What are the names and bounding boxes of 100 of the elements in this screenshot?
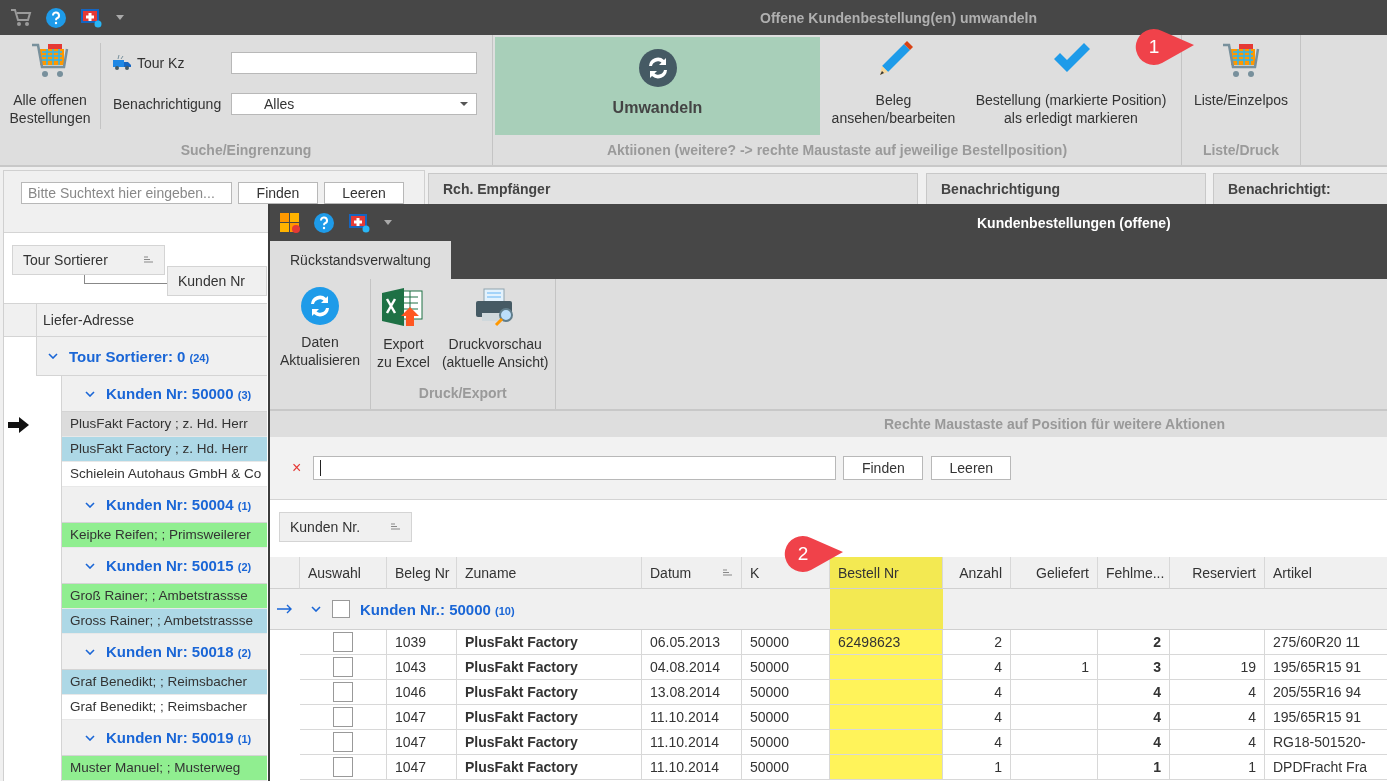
column-header[interactable]: Geliefert [1011, 557, 1098, 589]
dropdown-caret-icon[interactable] [384, 220, 392, 225]
sort-icon[interactable] [144, 256, 154, 264]
address-row[interactable]: Groß Rainer; ; Ambetstrassse [62, 584, 267, 609]
column-header[interactable]: Beleg Nr [387, 557, 457, 589]
help-icon[interactable] [314, 212, 334, 233]
table-cell: PlusFakt Factory [457, 655, 642, 680]
address-row[interactable]: PlusFakt Factory ; z. Hd. Herr [62, 437, 267, 462]
table-cell: 1043 [387, 655, 457, 680]
shopping-cart-icon [30, 41, 70, 79]
checkbox[interactable] [333, 732, 353, 752]
group-by-chip[interactable]: Kunden Nr. [279, 512, 412, 542]
table-cell: 4 [943, 705, 1011, 730]
column-header[interactable]: Reserviert [1170, 557, 1265, 589]
table-cell: 11.10.2014 [642, 755, 742, 780]
print-preview-button[interactable]: Druckvorschau (aktuelle Ansicht) [435, 279, 555, 381]
group-row[interactable]: Kunden Nr: 50019 (1) [62, 720, 267, 756]
dropdown-arrow-icon[interactable] [460, 102, 468, 106]
column-header[interactable]: Auswahl [300, 557, 387, 589]
column-header[interactable]: Anzahl [943, 557, 1011, 589]
table-cell: 04.08.2014 [642, 655, 742, 680]
address-row[interactable]: Muster Manuel; ; Musterweg [62, 756, 267, 781]
table-cell: 1047 [387, 730, 457, 755]
tiles-icon[interactable] [280, 212, 300, 233]
column-header[interactable]: Rch. Empfänger [428, 173, 918, 205]
column-header[interactable]: Benachrichtigung [926, 173, 1206, 205]
table-cell: 2 [943, 630, 1011, 655]
address-row[interactable]: PlusFakt Factory ; z. Hd. Herr [62, 412, 267, 437]
table-cell: 11.10.2014 [642, 705, 742, 730]
column-header[interactable]: Artikel [1265, 557, 1387, 589]
checkbox[interactable] [332, 600, 350, 618]
table-cell: 1039 [387, 630, 457, 655]
search-field[interactable]: Bitte Suchtext hier eingeben... [21, 182, 232, 204]
column-header[interactable]: Zuname [457, 557, 642, 589]
table-cell: 19 [1170, 655, 1265, 680]
address-row[interactable]: Gross Rainer; ; Ambetstrassse [62, 609, 267, 634]
group-row[interactable]: Kunden Nr: 50015 (2) [62, 548, 267, 584]
sort-icon[interactable] [391, 523, 401, 531]
checkbox[interactable] [333, 707, 353, 727]
address-row[interactable]: Graf Benedikt; ; Reimsbacher [62, 670, 267, 695]
help-icon[interactable] [46, 7, 66, 28]
clear-search-icon[interactable]: × [292, 459, 302, 477]
column-header[interactable]: Liefer-Adresse [37, 304, 135, 336]
dialog-title: Kundenbestellungen (offene) [976, 214, 1171, 231]
group-label: Tour Sortierer: 0 (24) [69, 347, 210, 365]
table-cell: 4 [1170, 705, 1265, 730]
column-header[interactable]: Benachrichtigt: [1213, 173, 1387, 205]
notification-dropdown[interactable]: Alles [231, 93, 477, 115]
chevron-icon[interactable] [47, 350, 59, 362]
group-row[interactable]: Kunden Nr: 50000 (3) [62, 376, 267, 412]
table-cell: 205/55R16 94 [1265, 680, 1387, 705]
group-label: Kunden Nr: 50015 (2) [106, 557, 252, 574]
monitor-icon[interactable] [80, 7, 102, 28]
column-header[interactable]: Fehlme... [1098, 557, 1170, 589]
table-cell: PlusFakt Factory [457, 755, 642, 780]
group-caption: Suche/Eingrenzung [179, 141, 313, 160]
table-cell: 1047 [387, 755, 457, 780]
group-row[interactable]: Kunden Nr: 50004 (1) [62, 487, 267, 523]
table-cell: 4 [1098, 730, 1170, 755]
group-row-cell [943, 589, 1011, 630]
group-row[interactable]: Kunden Nr.: 50000 (10) [300, 589, 830, 630]
ribbon-tab[interactable]: Rückstandsverwaltung [270, 241, 451, 279]
find-button[interactable]: Finden [843, 456, 924, 480]
shopping-cart-icon [1221, 41, 1261, 79]
clear-button[interactable]: Leeren [324, 182, 404, 204]
clear-button[interactable]: Leeren [931, 456, 1012, 480]
table-cell: RG18-501520- [1265, 730, 1387, 755]
dropdown-caret-icon[interactable] [116, 15, 124, 20]
group-by-chip[interactable]: Tour Sortierer [12, 245, 165, 275]
cart-icon[interactable] [10, 7, 32, 28]
find-button[interactable]: Finden [238, 182, 318, 204]
table-cell: 275/60R20 11 [1265, 630, 1387, 655]
address-row[interactable]: Keipke Reifen; ; Primsweilerer [62, 523, 267, 548]
all-orders-button[interactable]: Alle offenen Bestellungen [0, 35, 100, 135]
table-cell: PlusFakt Factory [457, 630, 642, 655]
view-document-button[interactable]: Beleg ansehen/bearbeiten [822, 35, 965, 135]
refresh-icon [301, 287, 339, 325]
field-label: Tour Kz [137, 55, 186, 71]
column-header[interactable]: Bestell Nr [830, 557, 943, 589]
checkbox[interactable] [333, 657, 353, 677]
sort-icon[interactable] [723, 568, 733, 577]
refresh-icon [638, 49, 677, 87]
group-row[interactable]: Tour Sortierer: 0 (24) [37, 337, 267, 376]
table-cell: 4 [1098, 680, 1170, 705]
checkbox[interactable] [333, 632, 353, 652]
group-row[interactable]: Kunden Nr: 50018 (2) [62, 634, 267, 670]
hint-text: Rechte Maustaste auf Position für weitere Aktionen [884, 416, 1225, 432]
checkbox[interactable] [333, 757, 353, 777]
group-label: Kunden Nr.: 50000 (10) [360, 600, 515, 618]
chevron-icon[interactable] [310, 603, 322, 615]
export-excel-button[interactable]: Export zu Excel [371, 279, 436, 381]
table-cell: 2 [1098, 630, 1170, 655]
monitor-icon[interactable] [348, 212, 370, 233]
convert-button[interactable]: Umwandeln [495, 37, 820, 135]
tour-field[interactable] [231, 52, 477, 74]
group-by-chip[interactable]: Kunden Nr [167, 266, 267, 296]
column-header[interactable]: Datum [642, 557, 742, 589]
refresh-button[interactable]: Daten Aktualisieren [270, 279, 370, 369]
search-field[interactable] [313, 456, 837, 480]
checkbox[interactable] [333, 682, 353, 702]
